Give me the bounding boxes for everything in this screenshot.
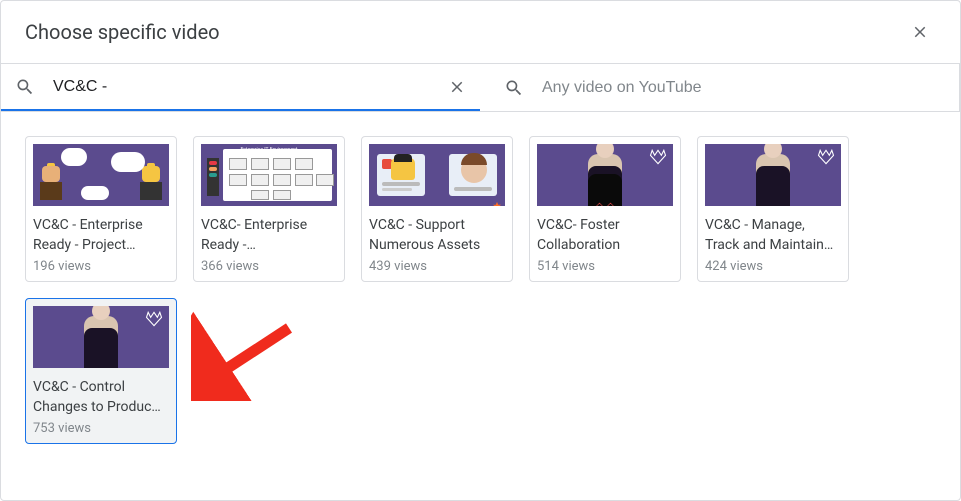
video-card[interactable]: VC&C - Control Changes to Produc… 753 vi… — [25, 298, 177, 444]
video-thumbnail: Enterprise IT Environment — [201, 144, 337, 206]
clear-search-button[interactable] — [448, 78, 466, 96]
search-row — [1, 64, 960, 112]
video-views: 196 views — [33, 259, 169, 274]
video-title: VC&C- Enterprise Ready -… — [201, 215, 337, 255]
video-views: 439 views — [369, 259, 505, 274]
gitlab-logo-icon — [144, 309, 164, 329]
dialog-title: Choose specific video — [25, 20, 220, 44]
video-title: VC&C - Manage, Track and Maintain… — [705, 215, 841, 255]
video-views: 514 views — [537, 259, 673, 274]
video-thumbnail — [537, 144, 673, 206]
video-card[interactable]: VC&C - Manage, Track and Maintain… 424 v… — [697, 136, 849, 282]
search-input-youtube[interactable] — [542, 79, 945, 97]
dialog-header: Choose specific video — [1, 1, 960, 64]
video-card[interactable]: VC&C - Enterprise Ready - Project… 196 v… — [25, 136, 177, 282]
search-box-channel[interactable] — [1, 64, 480, 111]
video-card[interactable]: Enterprise IT Environment VC&C- Enterpri… — [193, 136, 345, 282]
video-title: VC&C - Control Changes to Produc… — [33, 377, 169, 417]
search-icon — [504, 78, 524, 98]
search-box-youtube[interactable] — [480, 64, 960, 111]
video-title: VC&C - Enterprise Ready - Project… — [33, 215, 169, 255]
close-icon — [448, 78, 466, 96]
video-card[interactable]: VC&C- Foster Collaboration 514 views — [529, 136, 681, 282]
search-input-channel[interactable] — [53, 78, 448, 96]
search-icon — [15, 77, 35, 97]
choose-video-dialog: Choose specific video — [0, 0, 961, 501]
video-views: 424 views — [705, 259, 841, 274]
video-views: 366 views — [201, 259, 337, 274]
results-grid: VC&C - Enterprise Ready - Project… 196 v… — [1, 112, 960, 468]
video-thumbnail — [369, 144, 505, 206]
video-title: VC&C- Foster Collaboration — [537, 215, 673, 255]
video-views: 753 views — [33, 421, 169, 436]
gitlab-logo-icon — [816, 147, 836, 167]
gitlab-logo-icon — [648, 147, 668, 167]
close-button[interactable] — [904, 16, 936, 48]
video-thumbnail — [33, 144, 169, 206]
video-thumbnail — [33, 306, 169, 368]
video-thumbnail — [705, 144, 841, 206]
close-icon — [911, 23, 929, 41]
video-title: VC&C - Support Numerous Assets — [369, 215, 505, 255]
video-card[interactable]: VC&C - Support Numerous Assets 439 views — [361, 136, 513, 282]
